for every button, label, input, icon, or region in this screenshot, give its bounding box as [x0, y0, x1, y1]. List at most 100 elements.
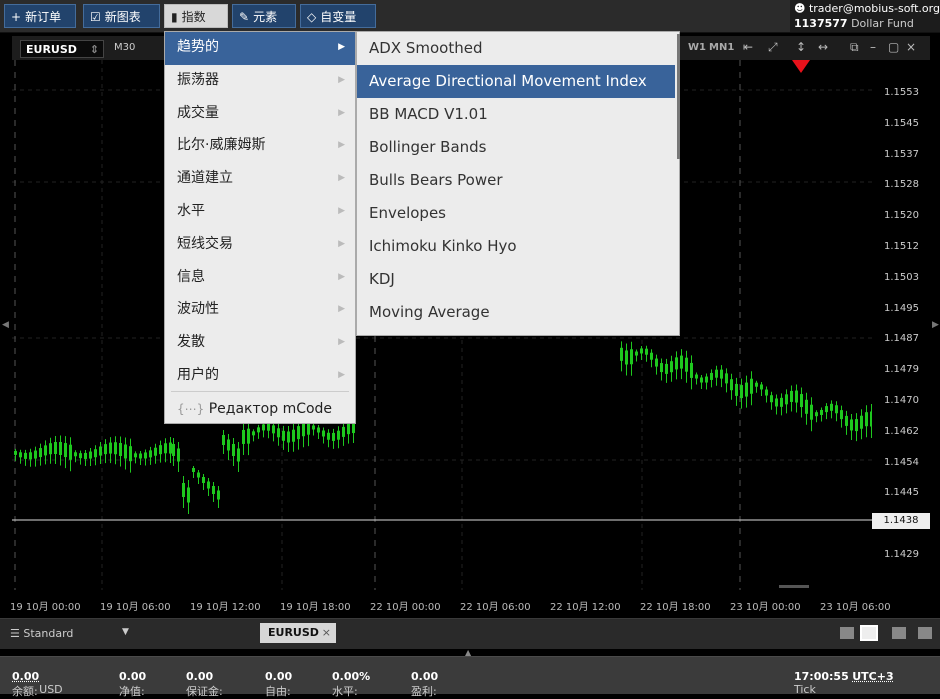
candle-body: [59, 442, 62, 455]
minimize-icon[interactable]: –: [870, 40, 876, 54]
candle-body: [237, 449, 240, 462]
candle-body: [232, 444, 235, 456]
price-label: 1.1487: [884, 333, 919, 344]
free-margin: 自由: 0.00: [265, 670, 292, 683]
submenu-item[interactable]: Bollinger Bands: [357, 131, 675, 164]
candle-body: [775, 398, 778, 406]
close-icon[interactable]: ×: [906, 40, 916, 54]
account-panel[interactable]: ☻ trader@mobius-soft.org 1137577 Dollar …: [790, 0, 940, 32]
candle-body: [820, 410, 823, 415]
submenu-scrollbar[interactable]: [677, 34, 680, 159]
submenu-arrow-icon: ▶: [338, 360, 345, 390]
account-user: ☻ trader@mobius-soft.org: [794, 2, 940, 15]
variables-button[interactable]: ◇ 自变量: [300, 4, 376, 28]
candle-body: [755, 383, 758, 387]
equity: 净值: 0.00: [119, 670, 146, 683]
candle-body: [104, 444, 107, 454]
expand-icon[interactable]: ⤢: [768, 40, 778, 55]
layout-rows-icon[interactable]: [918, 627, 932, 639]
vertical-scale-icon[interactable]: ↕: [796, 40, 806, 54]
menu-item[interactable]: 用户的 ▶: [165, 360, 355, 393]
layout-single-icon[interactable]: [840, 627, 854, 639]
diamond-icon: ◇: [307, 5, 316, 29]
menu-item[interactable]: 短线交易 ▶: [165, 229, 355, 262]
submenu-item[interactable]: Bulls Bears Power: [357, 164, 675, 197]
price-label: 1.1503: [884, 272, 919, 283]
submenu-arrow-icon: ▶: [338, 163, 345, 193]
candle-body: [685, 358, 688, 372]
candle-body: [154, 448, 157, 456]
candle-body: [99, 447, 102, 456]
timeframe-mn1[interactable]: MN1: [709, 42, 734, 53]
candle-body: [327, 433, 330, 440]
new-order-button[interactable]: + 新订单: [4, 4, 76, 28]
menu-separator: [171, 391, 349, 392]
submenu-item[interactable]: BB MACD V1.01: [357, 98, 675, 131]
indicators-button[interactable]: ▮ 指数: [164, 4, 228, 28]
pen-icon: ✎: [239, 5, 249, 29]
layout-grid-icon[interactable]: [862, 627, 876, 639]
menu-item[interactable]: 波动性 ▶: [165, 294, 355, 327]
candle-body: [730, 379, 733, 390]
stepper-icon: ⇕: [90, 41, 99, 59]
workspace-selector[interactable]: ☰ Standard ▼: [10, 627, 73, 640]
layout-columns-icon[interactable]: [892, 627, 906, 639]
menu-item[interactable]: 水平 ▶: [165, 196, 355, 229]
maximize-icon[interactable]: ▢: [888, 40, 899, 54]
candle-body: [700, 378, 703, 383]
submenu-item[interactable]: Ichimoku Kinko Hyo: [357, 230, 675, 263]
price-label: 1.1512: [884, 241, 919, 252]
symbol-selector[interactable]: EURUSD ⇕: [20, 40, 104, 58]
submenu-item[interactable]: Moving Average: [357, 296, 675, 329]
elements-button[interactable]: ✎ 元素: [232, 4, 296, 28]
candle-body: [29, 452, 32, 459]
candle-body: [800, 394, 803, 407]
menu-item[interactable]: 振荡器 ▶: [165, 65, 355, 98]
menu-item[interactable]: 成交量 ▶: [165, 98, 355, 131]
candle-body: [830, 404, 833, 411]
submenu-item[interactable]: Average Directional Movement Index: [357, 65, 675, 98]
price-label: 1.1528: [884, 179, 919, 190]
menu-item[interactable]: 趋势的 ▶: [165, 32, 355, 65]
candle-body: [855, 419, 858, 431]
price-label: 1.1470: [884, 395, 919, 406]
mcode-editor-item[interactable]: {⋯} Редактор mCode: [165, 394, 355, 427]
submenu-item[interactable]: Envelopes: [357, 197, 675, 230]
menu-item[interactable]: 信息 ▶: [165, 262, 355, 295]
timeframe-current[interactable]: M30: [114, 42, 135, 53]
candle-body: [695, 375, 698, 379]
right-collapse-icon[interactable]: ▶: [932, 320, 939, 330]
left-collapse-icon[interactable]: ◀: [2, 320, 9, 330]
candle-body: [119, 443, 122, 456]
margin-level: 水平: 0.00%: [332, 670, 370, 683]
menu-item[interactable]: 通道建立 ▶: [165, 163, 355, 196]
candle-body: [49, 443, 52, 454]
timeframe-w1[interactable]: W1: [688, 42, 706, 53]
candle-body: [164, 443, 167, 453]
submenu-item[interactable]: ADX Smoothed: [357, 32, 675, 65]
tab-close-icon[interactable]: ×: [322, 623, 331, 643]
candle-body: [845, 416, 848, 426]
menu-item[interactable]: 发散 ▶: [165, 327, 355, 360]
menu-item[interactable]: 比尔·威廉姆斯 ▶: [165, 130, 355, 163]
candle-body: [24, 453, 27, 459]
popout-icon[interactable]: ⧉: [850, 40, 859, 55]
candle-body: [227, 440, 230, 451]
fit-icon[interactable]: ⇤: [743, 40, 753, 54]
new-chart-button[interactable]: ☑ 新图表: [83, 4, 160, 28]
code-icon: {⋯}: [177, 402, 204, 416]
candle-body: [177, 449, 180, 462]
price-label: 1.1553: [884, 87, 919, 98]
candle-body: [182, 483, 185, 497]
plus-icon: +: [11, 5, 21, 29]
horizontal-scale-icon[interactable]: ↔: [818, 40, 828, 54]
chart-tab-eurusd[interactable]: EURUSD ×: [260, 623, 336, 643]
account-number: 1137577 Dollar Fund: [794, 17, 914, 30]
candle-body: [322, 430, 325, 436]
candle-body: [144, 452, 147, 458]
candle-body: [670, 361, 673, 372]
candle-body: [217, 491, 220, 500]
submenu-item[interactable]: KDJ: [357, 263, 675, 296]
candle-body: [124, 445, 127, 459]
submenu-arrow-icon: ▶: [338, 32, 345, 62]
